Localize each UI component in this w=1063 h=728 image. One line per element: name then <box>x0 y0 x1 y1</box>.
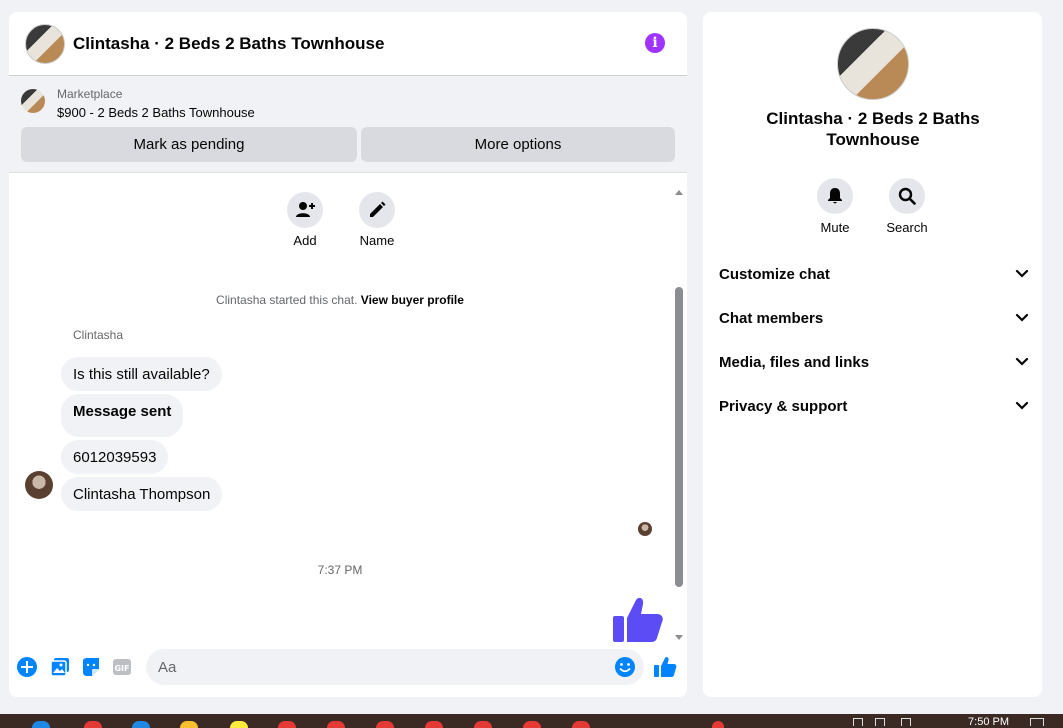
chrome-icon[interactable] <box>425 721 443 728</box>
chevron-down-icon <box>1015 401 1029 410</box>
name-chat-action[interactable]: Name <box>347 192 407 248</box>
plus-circle-icon[interactable] <box>16 656 38 678</box>
message-thread: Add Name Clintasha started this chat. Vi… <box>9 173 687 643</box>
app-icon[interactable] <box>230 721 248 728</box>
sent-like-icon <box>613 597 663 642</box>
section-privacy-support[interactable]: Privacy & support <box>719 391 1029 421</box>
add-person-icon[interactable] <box>287 192 323 228</box>
chat-header: Clintasha · 2 Beds 2 Baths Townhouse i <box>9 12 687 76</box>
pencil-icon[interactable] <box>359 192 395 228</box>
info-icon[interactable]: i <box>645 33 665 53</box>
listing-thumbnail-large[interactable] <box>837 28 909 100</box>
chrome-icon[interactable] <box>572 721 590 728</box>
info-panel-title: Clintasha · 2 Beds 2 Baths Townhouse <box>766 109 980 149</box>
search-label: Search <box>886 220 928 235</box>
composer: GIF <box>9 643 687 697</box>
message-bubble[interactable]: Is this still available? <box>61 357 222 391</box>
sender-name: Clintasha <box>73 328 124 342</box>
notification-icon[interactable] <box>1030 718 1044 726</box>
search-action[interactable]: Search <box>877 178 937 235</box>
os-taskbar: 7:50 PM <box>0 714 1063 728</box>
bell-icon[interactable] <box>817 178 853 214</box>
app-icon[interactable] <box>84 721 102 728</box>
chrome-icon[interactable] <box>523 721 541 728</box>
message-timestamp: 7:37 PM <box>317 563 363 577</box>
search-icon[interactable] <box>889 178 925 214</box>
chat-panel: Clintasha · 2 Beds 2 Baths Townhouse i M… <box>9 12 687 697</box>
section-customize-chat[interactable]: Customize chat <box>719 259 1029 289</box>
sticker-icon[interactable] <box>80 656 102 678</box>
emoji-icon[interactable] <box>614 656 636 678</box>
section-label: Chat members <box>719 309 824 327</box>
section-chat-members[interactable]: Chat members <box>719 303 1029 333</box>
app-icon[interactable] <box>132 721 150 728</box>
name-label: Name <box>359 233 395 248</box>
chevron-down-icon <box>1015 313 1029 322</box>
tray-icon[interactable] <box>853 718 863 726</box>
listing-thumbnail[interactable] <box>25 23 65 64</box>
chrome-icon[interactable] <box>474 721 492 728</box>
chat-started-notice: Clintasha started this chat. View buyer … <box>9 293 671 307</box>
mute-label: Mute <box>820 220 850 235</box>
message-bubble[interactable]: Message sent <box>61 394 184 437</box>
section-label: Privacy & support <box>719 397 848 415</box>
message-bubble[interactable]: Clintasha Thompson <box>61 477 223 511</box>
scroll-up-arrow[interactable] <box>675 190 683 195</box>
mark-as-pending-button[interactable]: Mark as pending <box>21 127 357 162</box>
sender-avatar[interactable] <box>25 471 53 499</box>
notification-badge-icon[interactable] <box>712 721 724 728</box>
message-bubble[interactable]: 6012039593 <box>61 440 169 474</box>
marketplace-label: Marketplace <box>57 87 123 101</box>
section-media-files-links[interactable]: Media, files and links <box>719 347 1029 377</box>
chrome-icon[interactable] <box>278 721 296 728</box>
like-icon[interactable] <box>653 655 677 679</box>
chrome-icon[interactable] <box>376 721 394 728</box>
listing-thumbnail-small <box>21 89 45 113</box>
marketplace-bar: Marketplace $900 - 2 Beds 2 Baths Townho… <box>9 76 687 173</box>
section-label: Media, files and links <box>719 353 870 371</box>
chevron-down-icon <box>1015 357 1029 366</box>
message-scrollbar[interactable] <box>673 187 685 647</box>
tray-icon[interactable] <box>901 718 911 726</box>
mute-action[interactable]: Mute <box>805 178 865 235</box>
start-icon[interactable] <box>32 721 50 728</box>
chrome-icon[interactable] <box>327 721 345 728</box>
seen-avatar <box>638 522 652 536</box>
system-text: Clintasha started this chat. <box>216 293 358 307</box>
taskbar-clock[interactable]: 7:50 PM <box>968 716 1009 728</box>
gif-icon[interactable]: GIF <box>111 656 133 678</box>
more-options-button[interactable]: More options <box>361 127 675 162</box>
view-buyer-profile-link[interactable]: View buyer profile <box>361 293 464 307</box>
image-icon[interactable] <box>49 656 71 678</box>
folder-icon[interactable] <box>180 721 198 728</box>
message-input[interactable] <box>146 649 644 685</box>
listing-title[interactable]: $900 - 2 Beds 2 Baths Townhouse <box>57 105 255 120</box>
section-label: Customize chat <box>719 265 830 283</box>
add-label: Add <box>293 233 317 248</box>
scroll-down-arrow[interactable] <box>675 635 683 640</box>
add-people-action[interactable]: Add <box>275 192 335 248</box>
tray-icon[interactable] <box>875 718 885 726</box>
svg-text:GIF: GIF <box>114 664 129 673</box>
conversation-info-panel: Clintasha · 2 Beds 2 Baths Townhouse Mut… <box>703 12 1042 697</box>
scroll-thumb[interactable] <box>675 287 683 587</box>
chat-title[interactable]: Clintasha · 2 Beds 2 Baths Townhouse <box>73 34 384 54</box>
chevron-down-icon <box>1015 269 1029 278</box>
